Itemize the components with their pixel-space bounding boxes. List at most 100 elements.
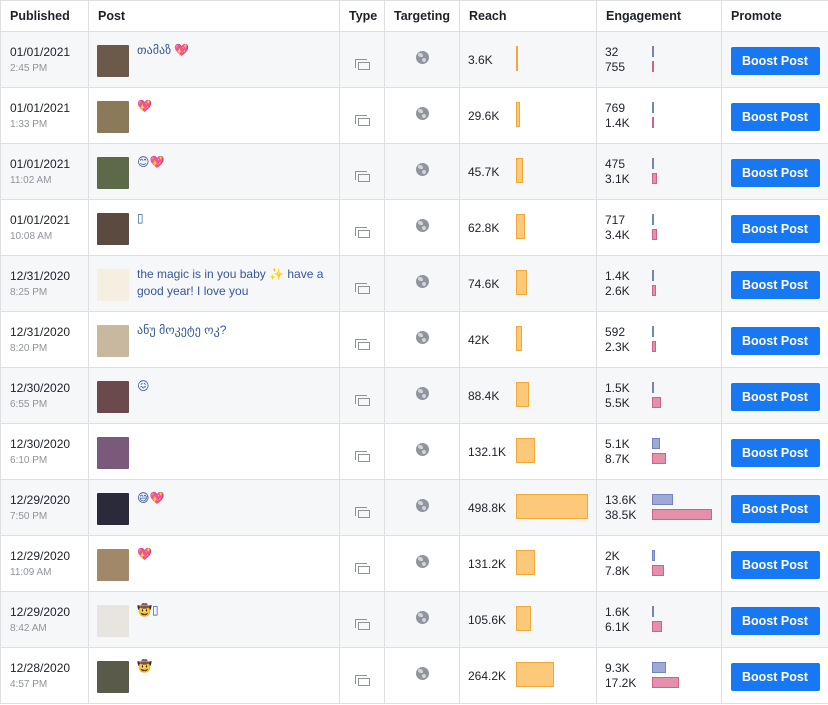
published-time: 7:50 PM <box>10 510 48 522</box>
post-thumbnail[interactable] <box>97 605 129 637</box>
engagement-bar-1 <box>652 662 666 673</box>
targeting-cell <box>384 647 460 704</box>
post-cell: 💖 <box>88 87 340 144</box>
boost-post-button[interactable]: Boost Post <box>730 494 820 523</box>
engagement-value-1: 1.6K <box>605 605 630 619</box>
targeting-cell <box>384 199 460 256</box>
boost-post-button[interactable]: Boost Post <box>730 158 820 187</box>
post-text[interactable]: 🤠 <box>137 658 333 675</box>
engagement-cell: 32 755 <box>596 31 722 88</box>
post-text[interactable]: ▯ <box>137 210 333 227</box>
engagement-bar-2 <box>652 397 661 408</box>
engagement-value-1: 32 <box>605 45 619 59</box>
post-thumbnail[interactable] <box>97 549 129 581</box>
reach-value: 264.2K <box>468 669 507 683</box>
reach-bar <box>516 270 527 295</box>
boost-post-button[interactable]: Boost Post <box>730 46 820 75</box>
post-thumbnail[interactable] <box>97 213 129 245</box>
targeting-cell <box>384 591 460 648</box>
globe-icon <box>415 218 429 232</box>
post-thumbnail[interactable] <box>97 493 129 525</box>
type-cell <box>339 591 385 648</box>
promote-cell: Boost Post <box>721 31 828 88</box>
column-header-published[interactable]: Published <box>0 0 89 32</box>
post-thumbnail[interactable] <box>97 45 129 77</box>
published-date: 12/30/2020 <box>10 380 71 395</box>
column-header-promote[interactable]: Promote <box>721 0 828 32</box>
post-cell: ანუ მოკეტე ოკ? <box>88 311 340 368</box>
reach-bar <box>516 550 535 575</box>
column-header-engagement[interactable]: Engagement <box>596 0 722 32</box>
post-text[interactable]: 💖 <box>137 98 333 115</box>
boost-post-button[interactable]: Boost Post <box>730 270 820 299</box>
boost-post-button[interactable]: Boost Post <box>730 662 820 691</box>
published-date: 01/01/2021 <box>10 100 71 115</box>
published-date: 01/01/2021 <box>10 156 71 171</box>
engagement-value-2: 6.1K <box>605 620 630 634</box>
boost-post-button[interactable]: Boost Post <box>730 606 820 635</box>
reach-value: 62.8K <box>468 221 500 235</box>
globe-icon <box>415 106 429 120</box>
post-text[interactable]: 😖 <box>137 378 333 395</box>
post-cell: 😅💖 <box>88 479 340 536</box>
post-type-icon <box>354 170 370 182</box>
reach-bar <box>516 326 522 351</box>
engagement-cell: 1.5K 5.5K <box>596 367 722 424</box>
post-text[interactable]: 💖 <box>137 546 333 563</box>
column-header-post[interactable]: Post <box>88 0 340 32</box>
type-cell <box>339 311 385 368</box>
boost-post-button[interactable]: Boost Post <box>730 550 820 579</box>
type-cell <box>339 647 385 704</box>
post-text[interactable]: the magic is in you baby ✨ have a good y… <box>137 266 333 300</box>
post-text[interactable]: 🤠▯ <box>137 602 333 619</box>
post-thumbnail[interactable] <box>97 157 129 189</box>
published-cell: 12/30/2020 6:10 PM <box>0 423 89 480</box>
post-text[interactable]: თამაზ 💖 <box>137 42 333 59</box>
post-text[interactable]: 😊💖 <box>137 154 333 171</box>
boost-post-button[interactable]: Boost Post <box>730 214 820 243</box>
published-cell: 12/29/2020 11:09 AM <box>0 535 89 592</box>
boost-post-button[interactable]: Boost Post <box>730 382 820 411</box>
promote-cell: Boost Post <box>721 311 828 368</box>
post-thumbnail[interactable] <box>97 437 129 469</box>
engagement-bar-1 <box>652 326 654 337</box>
targeting-cell <box>384 535 460 592</box>
column-header-targeting[interactable]: Targeting <box>384 0 460 32</box>
boost-post-button[interactable]: Boost Post <box>730 102 820 131</box>
post-thumbnail[interactable] <box>97 325 129 357</box>
post-type-icon <box>354 674 370 686</box>
published-time: 10:08 AM <box>10 230 53 242</box>
post-text[interactable]: ანუ მოკეტე ოკ? <box>137 322 333 339</box>
boost-post-button[interactable]: Boost Post <box>730 438 820 467</box>
table-row: 12/29/2020 11:09 AM 💖 131.2K 2K 7.8K Boo… <box>0 535 828 592</box>
post-thumbnail[interactable] <box>97 101 129 133</box>
reach-value: 74.6K <box>468 277 500 291</box>
post-text[interactable]: 😅💖 <box>137 490 333 507</box>
type-cell <box>339 87 385 144</box>
reach-bar <box>516 46 518 71</box>
globe-icon <box>415 386 429 400</box>
post-type-icon <box>354 394 370 406</box>
published-time: 2:45 PM <box>10 62 48 74</box>
column-header-type[interactable]: Type <box>339 0 385 32</box>
engagement-value-1: 769 <box>605 101 626 115</box>
post-thumbnail[interactable] <box>97 269 129 301</box>
published-date: 12/29/2020 <box>10 604 71 619</box>
engagement-bar-2 <box>652 117 654 128</box>
reach-cell: 132.1K <box>459 423 597 480</box>
engagement-bar-1 <box>652 606 654 617</box>
targeting-cell <box>384 87 460 144</box>
reach-cell: 131.2K <box>459 535 597 592</box>
boost-post-button[interactable]: Boost Post <box>730 326 820 355</box>
post-thumbnail[interactable] <box>97 661 129 693</box>
post-type-icon <box>354 450 370 462</box>
reach-value: 131.2K <box>468 557 507 571</box>
post-type-icon <box>354 506 370 518</box>
engagement-bar-2 <box>652 341 656 352</box>
targeting-cell <box>384 143 460 200</box>
engagement-cell: 717 3.4K <box>596 199 722 256</box>
post-thumbnail[interactable] <box>97 381 129 413</box>
column-header-reach[interactable]: Reach <box>459 0 597 32</box>
engagement-value-2: 7.8K <box>605 564 630 578</box>
engagement-value-2: 5.5K <box>605 396 630 410</box>
